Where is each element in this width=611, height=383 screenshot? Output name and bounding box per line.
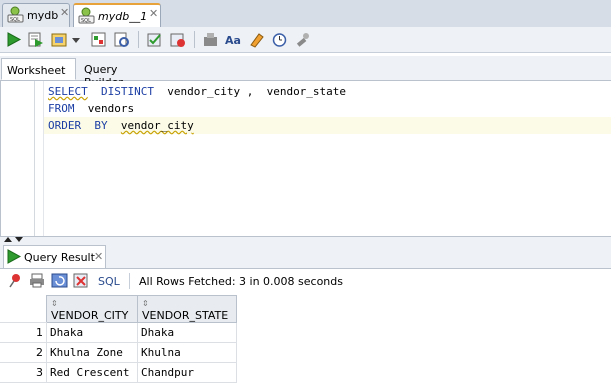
result-tab-bar: Query Result ✕ <box>0 243 611 269</box>
toolbar-separator <box>194 31 195 48</box>
unshared-sql-icon[interactable] <box>202 31 219 48</box>
close-icon[interactable]: ✕ <box>94 250 103 263</box>
sql-worksheet-icon: SQL <box>78 7 95 24</box>
table-row[interactable]: 3 Red Crescent Chandpur <box>0 362 237 383</box>
tab-mydb[interactable]: SQL mydb ✕ <box>2 3 70 27</box>
tab-worksheet-label: Worksheet <box>7 64 66 77</box>
sql-tuning-advisor-icon[interactable] <box>113 31 130 48</box>
document-tab-bar: SQL mydb ✕ SQL mydb__1 ✕ <box>0 0 611 28</box>
cell-vendor-state[interactable]: Khulna <box>137 342 237 363</box>
result-grid: ⇕VENDOR_CITY ⇕VENDOR_STATE 1 Dhaka Dhaka… <box>0 295 237 383</box>
cell-vendor-city[interactable]: Red Crescent <box>46 362 138 383</box>
tools-icon[interactable] <box>294 31 311 48</box>
explain-plan-icon[interactable] <box>90 31 107 48</box>
close-icon[interactable]: ✕ <box>60 7 70 18</box>
cell-vendor-city[interactable]: Khulna Zone <box>46 342 138 363</box>
tab-mydb-label: mydb <box>27 9 59 22</box>
commit-icon[interactable] <box>146 31 163 48</box>
sql-history-icon[interactable] <box>271 31 288 48</box>
row-number: 3 <box>0 362 47 383</box>
header-row: ⇕VENDOR_CITY ⇕VENDOR_STATE <box>0 295 237 323</box>
tab-mydb-1[interactable]: SQL mydb__1 ✕ <box>73 3 161 28</box>
cell-vendor-city[interactable]: Dhaka <box>46 322 138 343</box>
clear-icon[interactable] <box>248 31 265 48</box>
svg-text:SQL: SQL <box>81 18 91 24</box>
column-header-vendor-state[interactable]: ⇕VENDOR_STATE <box>137 295 237 323</box>
pin-icon[interactable] <box>8 273 22 288</box>
to-upper-lower-icon[interactable]: Aa <box>225 31 242 48</box>
row-number: 2 <box>0 342 47 363</box>
dropdown-arrow-icon[interactable] <box>71 31 81 48</box>
row-number: 1 <box>0 322 47 343</box>
code-line: FROM vendors <box>48 102 135 115</box>
cancel-query-icon[interactable] <box>73 273 89 288</box>
collapse-arrows-icon[interactable] <box>3 236 25 243</box>
tab-mydb-1-label: mydb__1 <box>98 10 148 23</box>
tab-query-builder[interactable]: Query Builder <box>79 58 159 89</box>
code-line: ORDER BY vendor_city <box>48 119 194 132</box>
table-row[interactable]: 2 Khulna Zone Khulna <box>0 342 237 363</box>
sql-link[interactable]: SQL <box>98 275 120 288</box>
result-table: ⇕VENDOR_CITY ⇕VENDOR_STATE 1 Dhaka Dhaka… <box>0 295 237 383</box>
autotrace-icon[interactable] <box>51 31 68 48</box>
table-row[interactable]: 1 Dhaka Dhaka <box>0 322 237 343</box>
rollback-icon[interactable] <box>169 31 186 48</box>
row-number-header <box>0 295 47 323</box>
column-header-vendor-city[interactable]: ⇕VENDOR_CITY <box>46 295 138 323</box>
tab-query-result[interactable]: Query Result ✕ <box>3 245 106 268</box>
editor-gutter <box>1 81 35 236</box>
sql-editor[interactable]: SELECT DISTINCT vendor_city , vendor_sta… <box>0 81 611 236</box>
sort-icon: ⇕ <box>51 298 58 308</box>
result-toolbar: SQL All Rows Fetched: 3 in 0.008 seconds <box>0 269 611 293</box>
fetch-status-text: All Rows Fetched: 3 in 0.008 seconds <box>139 275 343 288</box>
run-statement-icon[interactable] <box>5 31 22 48</box>
run-statement-icon <box>7 249 21 264</box>
sql-worksheet-icon: SQL <box>7 6 24 23</box>
run-script-icon[interactable] <box>27 31 44 48</box>
worksheet-toolbar: Aa <box>0 27 611 53</box>
tab-query-result-label: Query Result <box>24 251 95 264</box>
svg-text:Aa: Aa <box>225 34 241 47</box>
sort-icon: ⇕ <box>142 298 149 308</box>
toolbar-separator <box>129 273 130 289</box>
svg-text:SQL: SQL <box>10 17 20 23</box>
close-icon[interactable]: ✕ <box>149 8 159 19</box>
code-line: SELECT DISTINCT vendor_city , vendor_sta… <box>48 85 347 98</box>
toolbar-separator <box>138 31 139 48</box>
cell-vendor-state[interactable]: Chandpur <box>137 362 237 383</box>
print-icon[interactable] <box>29 273 45 288</box>
editor-fold-margin <box>43 81 44 236</box>
cell-vendor-state[interactable]: Dhaka <box>137 322 237 343</box>
editor-mode-tabs: Worksheet Query Builder <box>0 56 611 89</box>
tab-worksheet[interactable]: Worksheet <box>1 58 76 80</box>
refresh-icon[interactable] <box>51 273 68 288</box>
